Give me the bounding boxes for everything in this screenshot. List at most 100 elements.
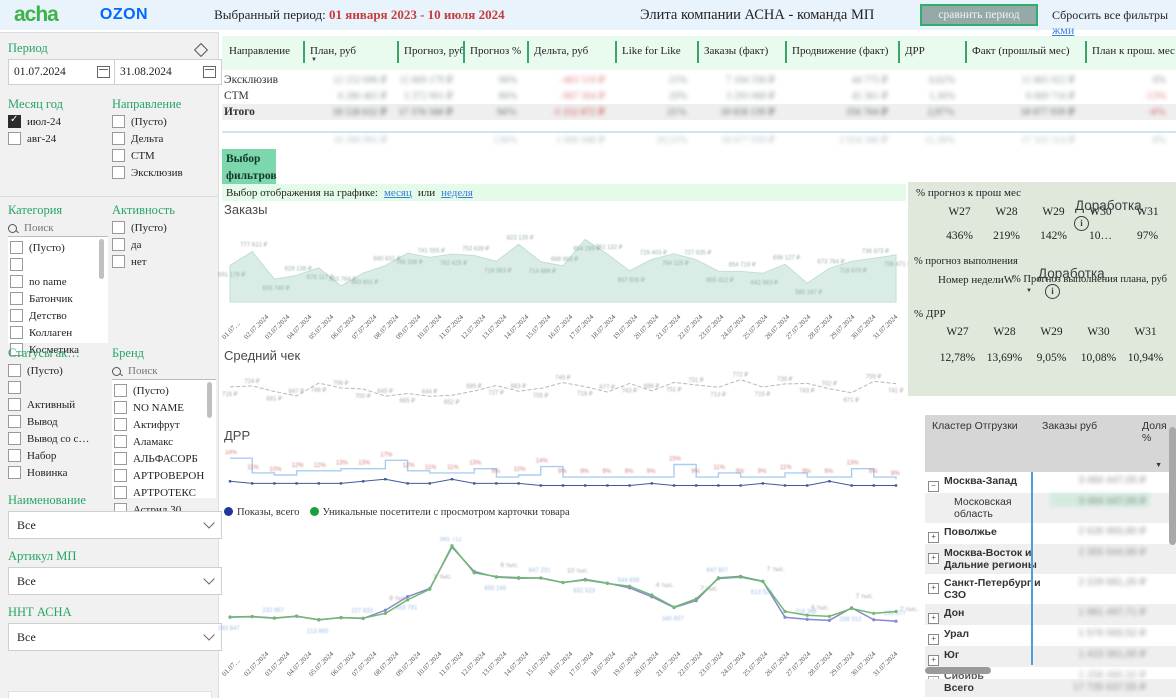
checkbox[interactable]: [8, 381, 21, 394]
checkbox-item[interactable]: авг-24: [8, 132, 61, 145]
brand-search-input[interactable]: [126, 364, 194, 378]
checkbox-item[interactable]: Актифрут: [114, 418, 214, 431]
checkbox-item[interactable]: Вывод: [8, 415, 89, 428]
checkbox[interactable]: [112, 221, 125, 234]
checkbox[interactable]: [112, 132, 125, 145]
checkbox-item[interactable]: СТМ: [112, 149, 183, 162]
checkbox-item[interactable]: (Пусто): [10, 241, 106, 254]
kpi-column-header[interactable]: Прогноз %: [463, 36, 527, 70]
kpi-row[interactable]: Итого18 528 632 ₽17 376 560 ₽94%-1 152 0…: [222, 104, 1176, 120]
checkbox[interactable]: [112, 238, 125, 251]
orders-column-header[interactable]: Заказы руб: [1035, 420, 1135, 472]
cluster-horizontal-scrollbar[interactable]: [925, 667, 991, 674]
reset-filters-link[interactable]: жми: [1052, 23, 1074, 37]
expand-toggle-icon[interactable]: −: [925, 472, 944, 493]
checkbox-item[interactable]: Дельта: [112, 132, 183, 145]
checkbox[interactable]: [8, 415, 21, 428]
checkbox[interactable]: [10, 258, 23, 271]
checkbox-item[interactable]: Эксклюзив: [112, 166, 183, 179]
date-to-field[interactable]: 31.08.2024: [114, 59, 222, 85]
sort-icon[interactable]: ▼: [1155, 462, 1162, 469]
checkbox-item[interactable]: Активный: [8, 398, 89, 411]
checkbox[interactable]: [114, 401, 127, 414]
checkbox[interactable]: [114, 452, 127, 465]
checkbox[interactable]: [8, 132, 21, 145]
cluster-row[interactable]: −Москва-Запад3 484 447,05 ₽: [925, 472, 1176, 493]
kpi-column-header[interactable]: Дельта, руб: [527, 36, 615, 70]
checkbox[interactable]: [10, 292, 23, 305]
month-view-link[interactable]: месяц: [384, 187, 412, 199]
checkbox[interactable]: [10, 326, 23, 339]
checkbox[interactable]: [8, 466, 21, 479]
checkbox[interactable]: [114, 384, 127, 397]
checkbox-item[interactable]: Детство: [10, 309, 106, 322]
article-filter-select[interactable]: Все: [8, 567, 222, 595]
category-search-input[interactable]: [22, 221, 90, 235]
checkbox-item[interactable]: [8, 381, 89, 394]
checkbox[interactable]: [112, 166, 125, 179]
calendar-icon[interactable]: [97, 66, 110, 78]
expand-toggle-icon[interactable]: +: [925, 574, 944, 595]
checkbox[interactable]: [112, 255, 125, 268]
brand-scrollbar[interactable]: [207, 382, 212, 418]
checkbox[interactable]: [114, 418, 127, 431]
checkbox[interactable]: [8, 449, 21, 462]
kpi-column-header[interactable]: План к прош. мес: [1085, 36, 1176, 70]
checkbox-item[interactable]: Набор: [8, 449, 89, 462]
cluster-column-header[interactable]: Кластер Отгрузки: [925, 420, 1035, 472]
checkbox[interactable]: [8, 398, 21, 411]
cluster-row[interactable]: +Москва-Восток и Дальние регионы2 355 54…: [925, 544, 1176, 574]
sort-icon[interactable]: ▼: [1026, 288, 1032, 294]
name-filter-select[interactable]: Все: [8, 511, 222, 539]
checkbox[interactable]: [114, 486, 127, 499]
kpi-column-header[interactable]: Like for Like: [615, 36, 697, 70]
checkbox-item[interactable]: да: [112, 238, 167, 251]
compare-period-button[interactable]: сравнить период: [920, 4, 1038, 26]
cluster-row[interactable]: +Санкт-Петербург и СЗО2 229 681,26 ₽: [925, 574, 1176, 604]
expand-toggle-icon[interactable]: +: [925, 625, 944, 646]
checkbox-item[interactable]: (Пусто): [112, 221, 167, 234]
clear-filter-icon[interactable]: [194, 43, 208, 57]
checkbox-item[interactable]: Аламакс: [114, 435, 214, 448]
checkbox-item[interactable]: (Пусто): [112, 115, 183, 128]
checkbox-item[interactable]: Новинка: [8, 466, 89, 479]
checkbox[interactable]: [112, 149, 125, 162]
checkbox-item[interactable]: (Пусто): [8, 364, 89, 377]
checkbox[interactable]: [114, 469, 127, 482]
cluster-row[interactable]: Московская область3 484 447,05 ₽: [925, 493, 1176, 523]
filters-button[interactable]: Выбор фильтров: [222, 149, 276, 187]
checkbox-item[interactable]: Коллаген: [10, 326, 106, 339]
cluster-row[interactable]: +Юг1 423 361,00 ₽: [925, 646, 1176, 667]
dorabotka-info-icon[interactable]: i: [1074, 216, 1089, 231]
checkbox-item[interactable]: нет: [112, 255, 167, 268]
kpi-row[interactable]: Эксклюзив12 152 696 ₽11 669 179 ₽96%-463…: [222, 72, 1176, 88]
kpi-column-header[interactable]: Направление: [222, 36, 303, 70]
kpi-column-header[interactable]: Прогноз, руб: [397, 36, 463, 70]
kpi-column-header[interactable]: План, руб▼: [303, 36, 397, 70]
checkbox-item[interactable]: АРТРОТЕКС: [114, 486, 214, 499]
cluster-row[interactable]: +Поволжье2 626 993,80 ₽: [925, 523, 1176, 544]
sort-icon[interactable]: ▼: [311, 57, 317, 63]
cluster-row[interactable]: +Урал1 576 593,52 ₽: [925, 625, 1176, 646]
expand-toggle-icon[interactable]: +: [925, 523, 944, 544]
checkbox-item[interactable]: no name: [10, 275, 106, 288]
checkbox-item[interactable]: июл-24: [8, 115, 61, 128]
checkbox[interactable]: [8, 432, 21, 445]
checkbox[interactable]: [112, 115, 125, 128]
dorabotka-info-icon[interactable]: i: [1045, 284, 1060, 299]
checkbox-item[interactable]: (Пусто): [114, 384, 214, 397]
checkbox-item[interactable]: [10, 258, 106, 271]
category-search[interactable]: [8, 221, 90, 235]
checkbox[interactable]: [114, 435, 127, 448]
category-scrollbar[interactable]: [99, 239, 104, 279]
checkbox[interactable]: [8, 115, 21, 128]
checkbox-item[interactable]: Вывод со с…: [8, 432, 89, 445]
date-from-field[interactable]: 01.07.2024: [8, 59, 116, 85]
kpi-column-header[interactable]: Заказы (факт): [697, 36, 785, 70]
expand-toggle-icon[interactable]: +: [925, 646, 944, 667]
checkbox[interactable]: [8, 364, 21, 377]
kpi-row[interactable]: СТМ6 280 465 ₽5 372 901 ₽86%-907 564 ₽20…: [222, 88, 1176, 104]
checkbox[interactable]: [10, 241, 23, 254]
kpi-column-header[interactable]: Факт (прошлый мес): [965, 36, 1085, 70]
week-view-link[interactable]: неделя: [441, 187, 473, 199]
